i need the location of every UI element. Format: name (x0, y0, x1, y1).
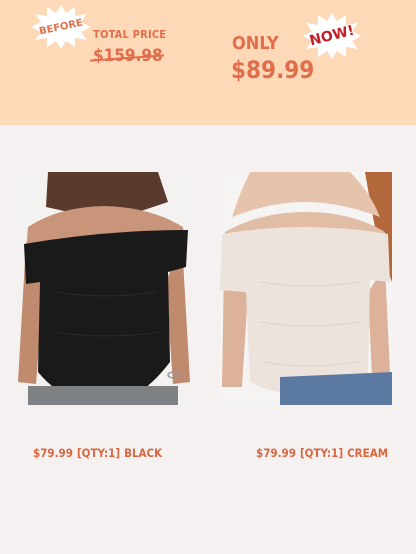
product-price: $79.99 (256, 446, 296, 460)
product-caption-cream: $79.99 [QTY:1] CREAM (256, 446, 388, 460)
product-color: BLACK (124, 446, 163, 460)
product-qty: [QTY:1] (299, 446, 344, 460)
product-price: $79.99 (33, 446, 73, 460)
now-badge: NOW! (302, 12, 362, 60)
black-top-photo (18, 172, 190, 405)
product-caption-black: $79.99 [QTY:1] BLACK (33, 446, 162, 460)
before-badge: BEFORE (30, 4, 92, 50)
only-label: ONLY (232, 33, 279, 54)
cream-top-photo (220, 172, 392, 405)
new-price: $89.99 (231, 56, 315, 84)
product-color: CREAM (347, 446, 389, 460)
product-image-black[interactable] (18, 172, 190, 405)
product-image-cream[interactable] (220, 172, 392, 405)
total-price-label: TOTAL PRICE (93, 28, 167, 41)
product-qty: [QTY:1] (76, 446, 121, 460)
